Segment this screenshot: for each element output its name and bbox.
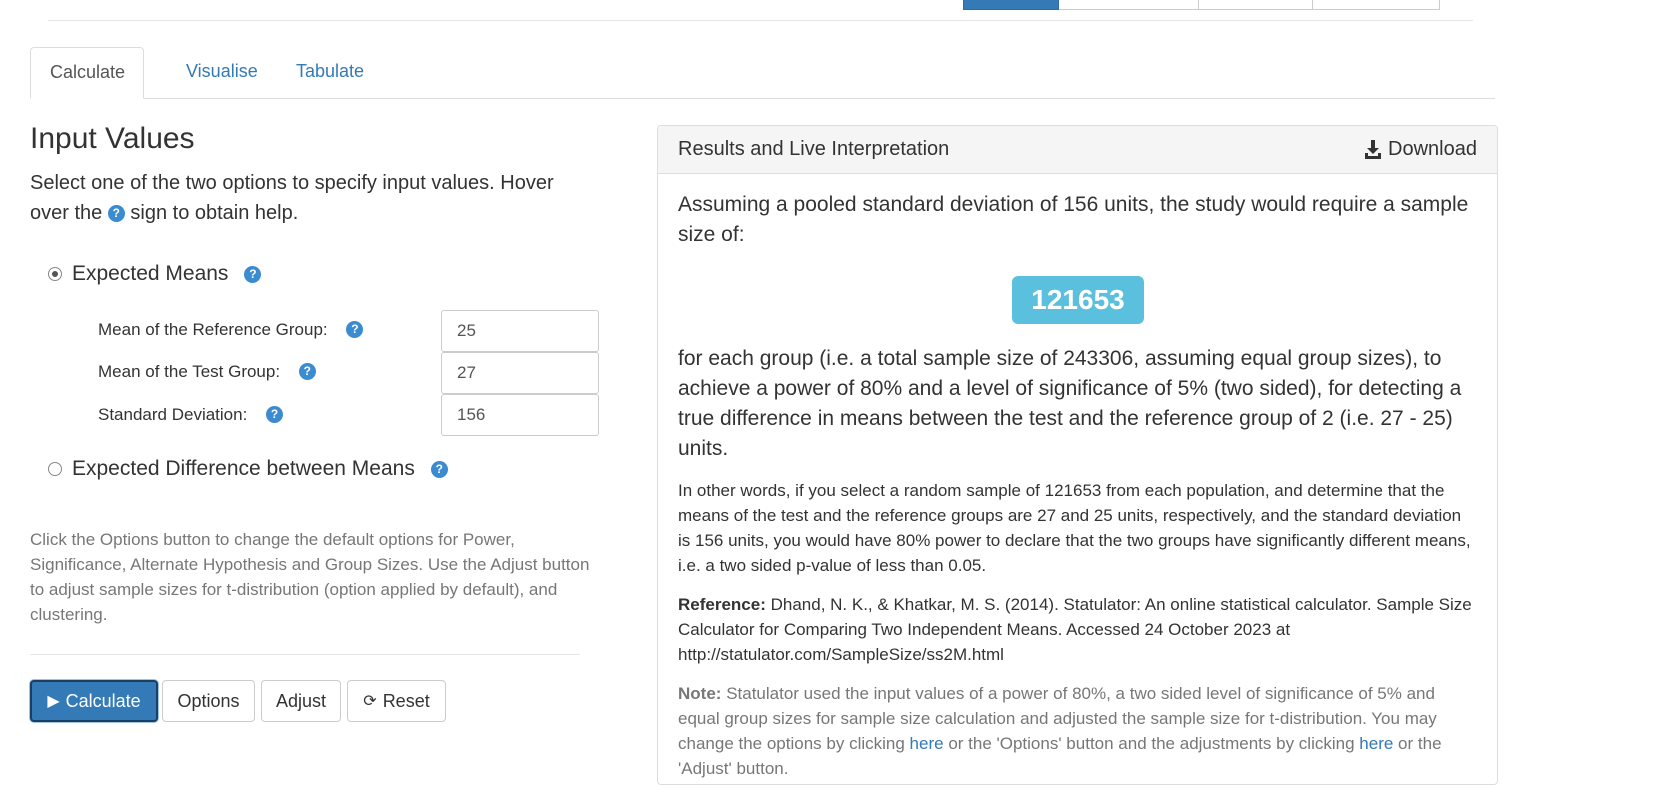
download-icon [1365,139,1382,159]
result-interpretation: for each group (i.e. a total sample size… [678,347,1462,460]
options-button[interactable]: Options [162,680,255,722]
option-expected-means[interactable]: Expected Means ? [48,260,262,288]
reference-citation: Dhand, N. K., & Khatkar, M. S. (2014). S… [678,595,1472,664]
calculate-button-label: Calculate [65,690,141,711]
note-text: Note: Statulator used the input values o… [678,681,1478,781]
result-lead-text: Assuming a pooled standard deviation of … [678,193,1469,246]
options-help-text: Click the Options button to change the d… [30,530,590,624]
tab-bar: Calculate Visualise Tabulate [30,47,1495,99]
reference-text: Reference: Dhand, N. K., & Khatkar, M. S… [678,592,1478,667]
options-button-label: Options [177,690,240,711]
top-button-1[interactable] [963,0,1059,10]
field-label-test-mean: Mean of the Test Group: ? [98,360,316,384]
note-part-2: or the 'Options' button and the adjustme… [948,734,1355,753]
field-label-reference-mean: Mean of the Reference Group: ? [98,318,364,342]
tab-visualise[interactable]: Visualise [167,47,277,99]
radio-expected-difference[interactable] [48,462,62,476]
options-here-link[interactable]: here [910,734,944,753]
results-title: Results and Live Interpretation [678,138,950,160]
download-button[interactable]: Download [1364,138,1477,161]
top-button-4[interactable] [1313,0,1440,10]
standard-deviation-input[interactable] [441,394,599,436]
play-icon: ▶ [47,693,60,710]
top-button-2[interactable] [1059,0,1199,10]
question-circle-icon[interactable]: ? [244,265,262,283]
results-panel-header: Results and Live Interpretation Download [658,126,1497,174]
top-divider [48,20,1473,21]
field-label-text: Mean of the Reference Group: [98,320,328,339]
question-circle-icon[interactable]: ? [298,363,316,380]
reference-mean-input[interactable] [441,310,599,352]
question-circle-icon[interactable]: ? [266,406,284,423]
option-expected-means-label: Expected Means [72,262,229,285]
question-circle-icon[interactable]: ? [346,321,364,338]
sample-size-badge: 121653 [1012,276,1144,324]
question-circle-icon: ? [107,205,125,222]
adjust-button-label: Adjust [275,690,327,711]
reset-button-label: Reset [382,690,430,711]
field-label-standard-deviation: Standard Deviation: ? [98,403,284,427]
intro-text-after: sign to obtain help. [130,202,299,224]
input-intro: Select one of the two options to specify… [30,168,590,228]
field-label-text: Standard Deviation: [98,405,248,424]
note-label: Note: [678,684,722,703]
top-button-group [963,0,1440,10]
option-expected-difference-label: Expected Difference between Means [72,457,415,480]
adjust-here-link[interactable]: here [1359,734,1393,753]
test-mean-input[interactable] [441,352,599,394]
option-expected-difference[interactable]: Expected Difference between Means ? [48,455,448,483]
download-label: Download [1388,138,1477,160]
sample-size-wrap: 121653 [678,276,1478,324]
in-other-words-text: In other words, if you select a random s… [678,481,1471,575]
adjust-button[interactable]: Adjust [261,680,341,722]
buttons-divider [30,654,580,655]
radio-expected-means[interactable] [48,267,62,281]
reference-label: Reference: [678,595,766,614]
results-body: Assuming a pooled standard deviation of … [678,190,1478,781]
reset-button[interactable]: ⟳ Reset [347,680,446,722]
tab-tabulate[interactable]: Tabulate [277,47,383,99]
input-values-heading: Input Values [30,122,195,155]
question-circle-icon[interactable]: ? [430,460,448,478]
top-button-3[interactable] [1199,0,1313,10]
refresh-icon: ⟳ [363,693,377,710]
field-label-text: Mean of the Test Group: [98,362,281,381]
results-panel: Results and Live Interpretation Download… [657,125,1498,785]
tab-calculate[interactable]: Calculate [30,47,144,99]
calculate-button[interactable]: ▶ Calculate [30,680,158,722]
